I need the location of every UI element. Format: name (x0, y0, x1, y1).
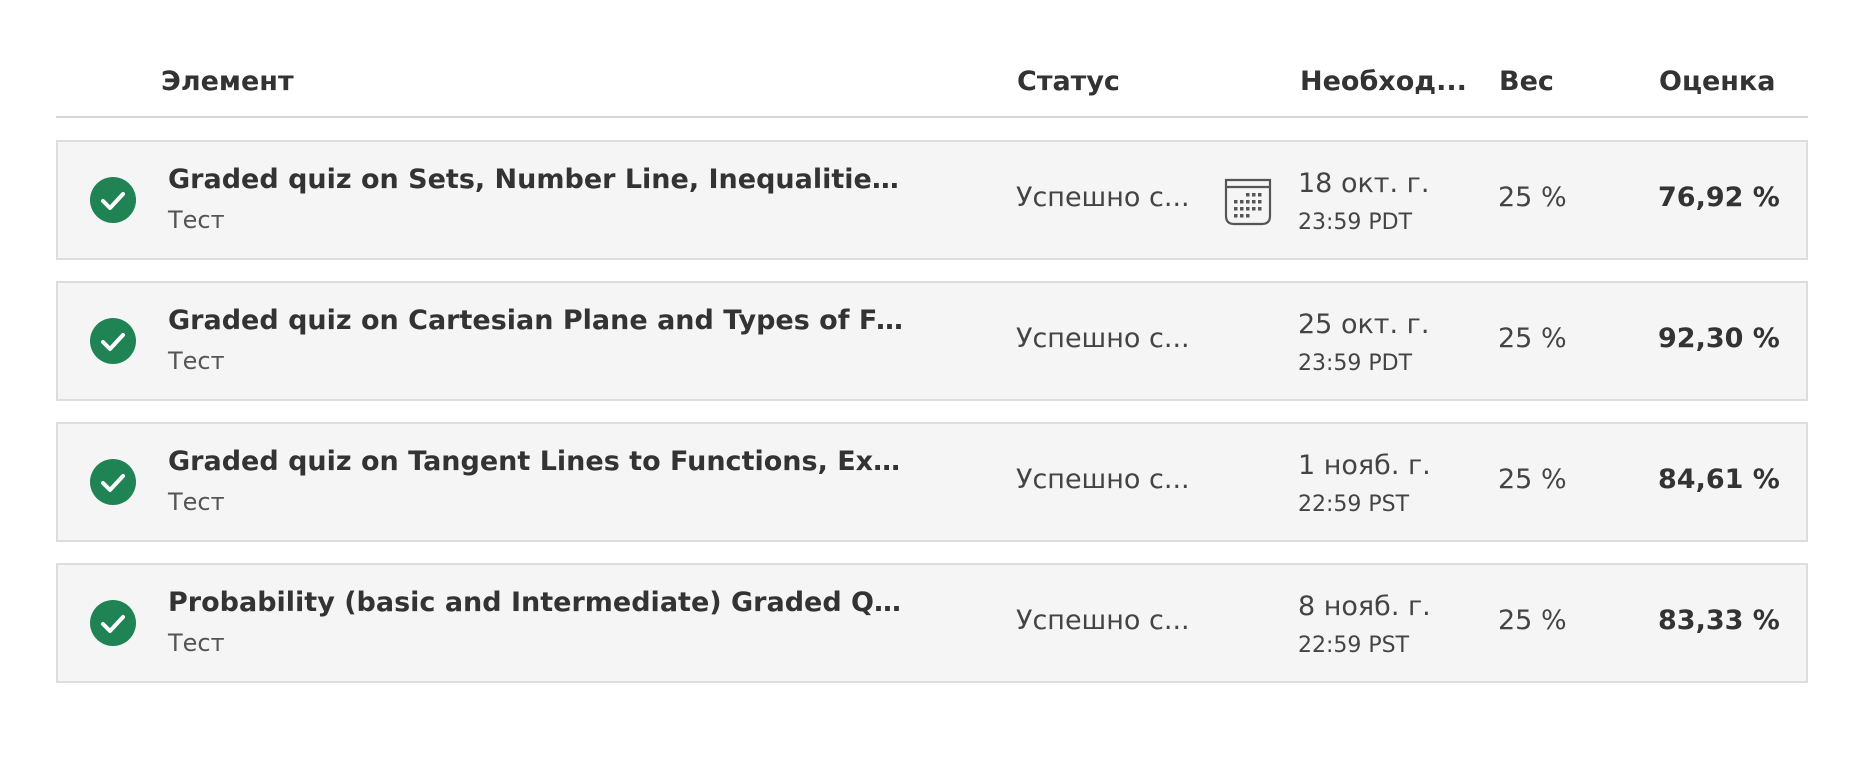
check-circle-icon (90, 177, 136, 223)
header-status[interactable]: Статус (1017, 66, 1120, 97)
table-row[interactable]: Graded quiz on Sets, Number Line, Inequa… (56, 140, 1808, 260)
grades-table: Элемент Статус Необход... Вес Оценка Gra… (56, 0, 1808, 683)
table-row[interactable]: Probability (basic and Intermediate) Gra… (56, 563, 1808, 683)
status-text: Успешно с... (1016, 605, 1190, 636)
header-due[interactable]: Необход... (1300, 66, 1467, 97)
table-row[interactable]: Graded quiz on Tangent Lines to Function… (56, 422, 1808, 542)
due-date: 8 нояб. г. (1298, 591, 1431, 622)
status-text: Успешно с... (1016, 323, 1190, 354)
header-weight[interactable]: Вес (1499, 66, 1554, 97)
assignment-title-link[interactable]: Graded quiz on Cartesian Plane and Types… (168, 305, 908, 336)
calendar-icon[interactable] (1223, 176, 1273, 228)
assignment-type: Тест (168, 347, 225, 375)
due-date: 25 окт. г. (1298, 309, 1430, 340)
weight-value: 25 % (1498, 182, 1567, 213)
grade-value: 92,30 % (1658, 323, 1780, 354)
table-header: Элемент Статус Необход... Вес Оценка (56, 0, 1808, 118)
header-item[interactable]: Элемент (161, 66, 294, 97)
header-grade[interactable]: Оценка (1659, 66, 1775, 97)
grade-value: 84,61 % (1658, 464, 1780, 495)
check-circle-icon (90, 459, 136, 505)
status-text: Успешно с... (1016, 464, 1190, 495)
assignment-title-link[interactable]: Graded quiz on Tangent Lines to Function… (168, 446, 908, 477)
weight-value: 25 % (1498, 464, 1567, 495)
due-date: 1 нояб. г. (1298, 450, 1431, 481)
due-time: 23:59 PDT (1298, 351, 1413, 376)
check-circle-icon (90, 318, 136, 364)
check-circle-icon (90, 600, 136, 646)
assignment-title-link[interactable]: Probability (basic and Intermediate) Gra… (168, 587, 908, 618)
grade-value: 76,92 % (1658, 182, 1780, 213)
status-text: Успешно с... (1016, 182, 1190, 213)
weight-value: 25 % (1498, 323, 1567, 354)
due-time: 23:59 PDT (1298, 210, 1413, 235)
assignment-type: Тест (168, 206, 225, 234)
weight-value: 25 % (1498, 605, 1567, 636)
assignment-type: Тест (168, 488, 225, 516)
assignment-title-link[interactable]: Graded quiz on Sets, Number Line, Inequa… (168, 164, 908, 195)
due-time: 22:59 PST (1298, 633, 1410, 658)
due-time: 22:59 PST (1298, 492, 1410, 517)
grade-value: 83,33 % (1658, 605, 1780, 636)
table-row[interactable]: Graded quiz on Cartesian Plane and Types… (56, 281, 1808, 401)
assignment-type: Тест (168, 629, 225, 657)
due-date: 18 окт. г. (1298, 168, 1430, 199)
